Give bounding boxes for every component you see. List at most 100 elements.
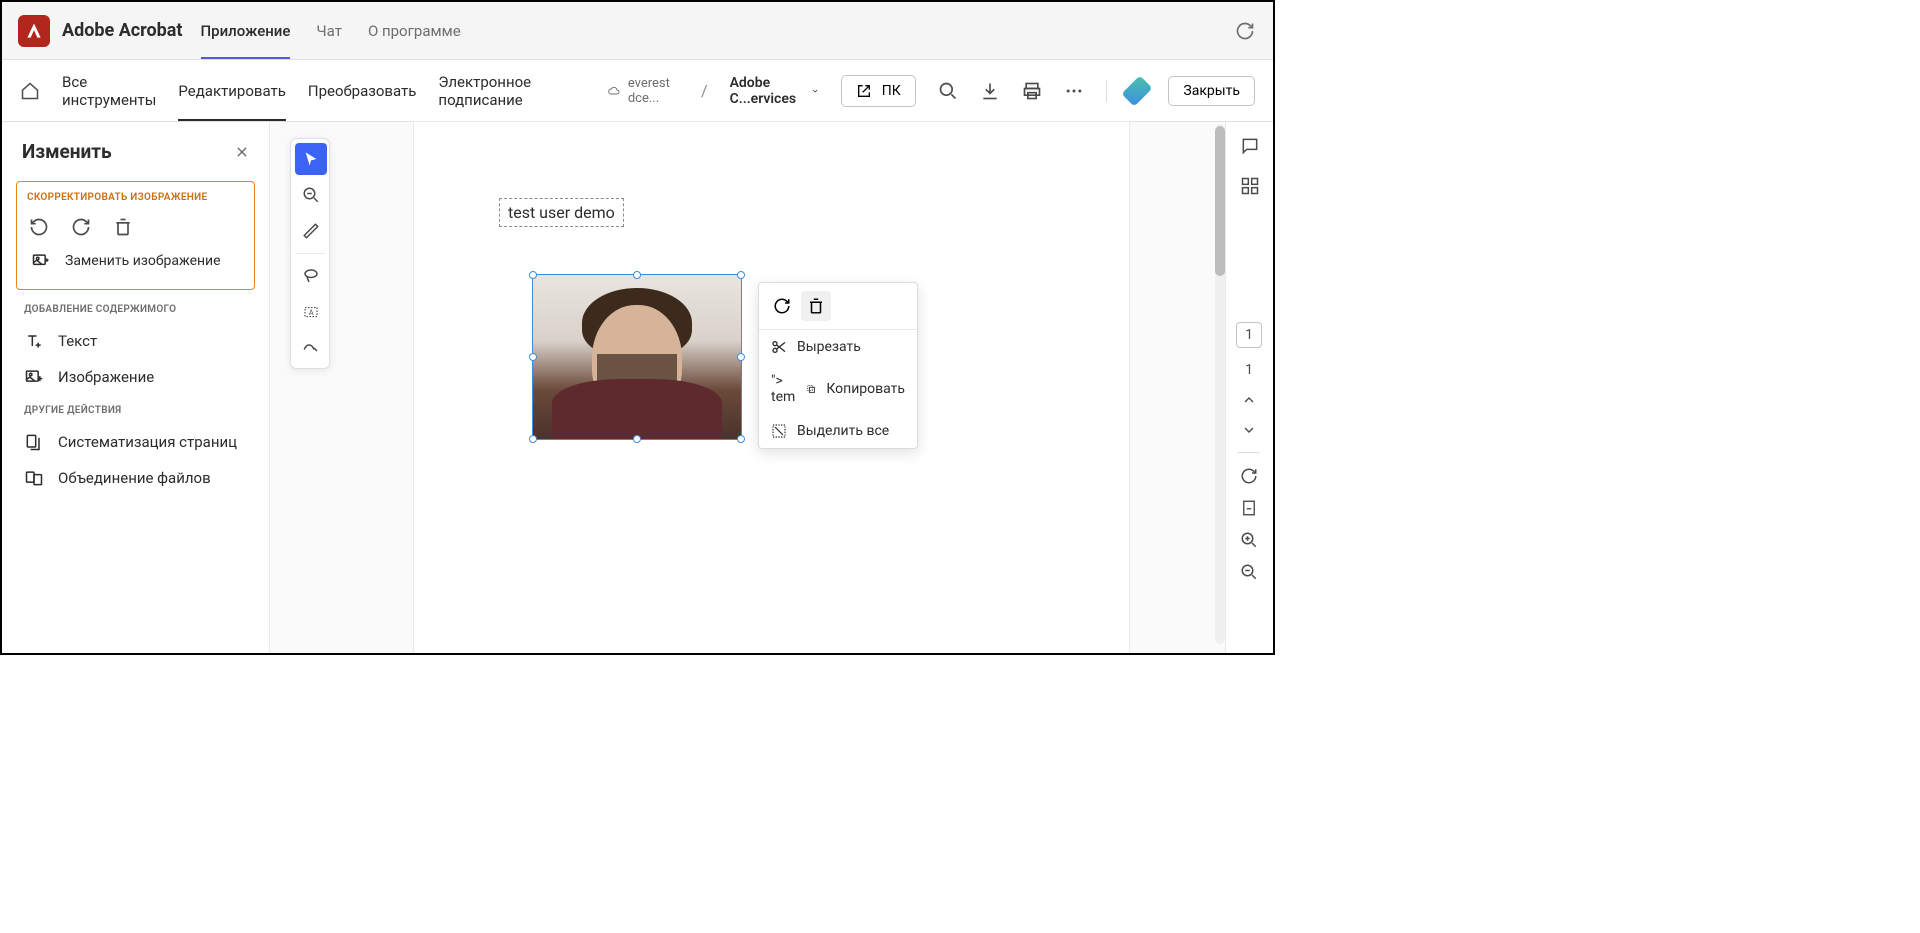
replace-image-label: Заменить изображение — [65, 253, 221, 269]
more-icon[interactable] — [1064, 81, 1084, 101]
organize-pages-button[interactable]: Систематизация страниц — [2, 424, 269, 460]
chevron-down-icon — [811, 85, 819, 97]
avatar[interactable] — [1122, 75, 1153, 106]
document-canvas[interactable]: test user demo — [270, 122, 1273, 653]
text-select-tool[interactable]: A — [295, 296, 327, 328]
download-icon[interactable] — [980, 81, 1000, 101]
text-icon — [24, 331, 44, 351]
print-icon[interactable] — [1022, 81, 1042, 101]
search-icon[interactable] — [938, 81, 958, 101]
delete-icon[interactable] — [113, 217, 133, 237]
rotate-ccw-icon[interactable] — [29, 217, 49, 237]
ctx-copy-label: Копировать — [826, 381, 905, 397]
page-down-icon[interactable] — [1241, 422, 1257, 438]
zoom-in-icon[interactable] — [1240, 531, 1258, 549]
context-menu: Вырезать "> tem Копировать Выделить все — [758, 282, 918, 449]
select-all-icon — [771, 423, 787, 439]
selected-image[interactable] — [532, 274, 742, 440]
resize-handle[interactable] — [529, 353, 537, 361]
ctx-rotate-icon[interactable] — [767, 291, 797, 321]
page-up-icon[interactable] — [1241, 392, 1257, 408]
add-text-label: Текст — [58, 332, 97, 350]
zoom-out-icon[interactable] — [1240, 563, 1258, 581]
resize-handle[interactable] — [529, 435, 537, 443]
resize-handle[interactable] — [737, 271, 745, 279]
tab-sign[interactable]: Электронное подписание — [438, 60, 563, 121]
other-actions-header: ДРУГИЕ ДЕЙСТВИЯ — [2, 395, 269, 424]
replace-image-icon — [31, 251, 51, 271]
top-tab-about[interactable]: О программе — [368, 2, 461, 59]
shape-tool[interactable] — [295, 332, 327, 364]
add-image-button[interactable]: Изображение — [2, 359, 269, 395]
ctx-cut-label: Вырезать — [797, 339, 861, 355]
fit-page-icon[interactable] — [1240, 499, 1258, 517]
organize-icon — [24, 432, 44, 452]
resize-handle[interactable] — [529, 271, 537, 279]
page-navigator: 1 1 — [1225, 322, 1273, 581]
add-image-label: Изображение — [58, 368, 154, 386]
close-button[interactable]: Закрыть — [1168, 76, 1255, 106]
top-tab-app[interactable]: Приложение — [201, 2, 291, 59]
main-area: Изменить СКОРРЕКТИРОВАТЬ ИЗОБРАЖЕНИЕ Зам… — [2, 122, 1273, 653]
scrollbar[interactable] — [1215, 124, 1225, 644]
main-toolbar: Все инструменты Редактировать Преобразов… — [2, 60, 1273, 122]
title-bar: Adobe Acrobat Приложение Чат О программе — [2, 2, 1273, 60]
ctx-select-all[interactable]: Выделить все — [759, 414, 917, 448]
portrait-photo — [533, 275, 741, 439]
cloud-location-text: everest dce... — [628, 76, 679, 106]
page-current[interactable]: 1 — [1236, 322, 1262, 348]
cloud-location[interactable]: everest dce... — [608, 76, 679, 106]
adjust-image-label: СКОРРЕКТИРОВАТЬ ИЗОБРАЖЕНИЕ — [25, 192, 246, 211]
page-total: 1 — [1245, 362, 1253, 378]
tab-convert[interactable]: Преобразовать — [308, 60, 417, 121]
external-link-icon — [856, 83, 872, 99]
combine-icon — [24, 468, 44, 488]
replace-image-button[interactable]: Заменить изображение — [25, 243, 246, 279]
zoom-tool[interactable] — [295, 179, 327, 211]
text-box[interactable]: test user demo — [499, 198, 624, 227]
resize-handle[interactable] — [737, 435, 745, 443]
thumbnails-icon[interactable] — [1240, 176, 1260, 196]
ctx-cut[interactable]: Вырезать — [759, 330, 917, 364]
scrollbar-thumb[interactable] — [1215, 126, 1225, 276]
open-desktop-label: ПК — [882, 83, 901, 99]
right-rail: 1 1 — [1225, 122, 1273, 653]
rotate-cw-icon[interactable] — [71, 217, 91, 237]
document-page[interactable]: test user demo — [414, 122, 1129, 653]
organize-pages-label: Систематизация страниц — [58, 433, 237, 451]
panel-title: Изменить — [22, 140, 112, 163]
divider — [1238, 452, 1260, 453]
app-title: Adobe Acrobat — [62, 20, 183, 41]
combine-files-label: Объединение файлов — [58, 469, 211, 487]
open-desktop-button[interactable]: ПК — [841, 75, 916, 107]
close-panel-icon[interactable] — [235, 145, 249, 159]
add-content-header: ДОБАВЛЕНИЕ СОДЕРЖИМОГО — [2, 294, 269, 323]
adjust-image-section: СКОРРЕКТИРОВАТЬ ИЗОБРАЖЕНИЕ Заменить изо… — [16, 181, 255, 290]
floating-tool-strip: A — [290, 138, 330, 369]
document-name[interactable]: Adobe C...ervices — [730, 75, 819, 107]
lasso-tool[interactable] — [295, 260, 327, 292]
scissors-icon — [771, 339, 787, 355]
ctx-copy[interactable]: "> tem Копировать — [759, 364, 917, 414]
image-icon — [24, 367, 44, 387]
top-tab-chat[interactable]: Чат — [316, 2, 342, 59]
rotate-view-icon[interactable] — [1240, 467, 1258, 485]
selection-tool[interactable] — [295, 143, 327, 175]
add-text-button[interactable]: Текст — [2, 323, 269, 359]
comment-icon[interactable] — [1240, 136, 1260, 156]
resize-handle[interactable] — [737, 353, 745, 361]
tab-all-tools[interactable]: Все инструменты — [62, 60, 156, 121]
copy-icon — [806, 381, 816, 397]
pen-tool[interactable] — [295, 215, 327, 247]
resize-handle[interactable] — [633, 271, 641, 279]
tab-edit[interactable]: Редактировать — [178, 60, 285, 121]
divider — [1106, 80, 1107, 102]
breadcrumb-sep: / — [701, 81, 708, 100]
ctx-delete-icon[interactable] — [801, 291, 831, 321]
refresh-icon[interactable] — [1235, 21, 1255, 41]
divider — [295, 253, 325, 254]
combine-files-button[interactable]: Объединение файлов — [2, 460, 269, 496]
resize-handle[interactable] — [633, 435, 641, 443]
ctx-select-all-label: Выделить все — [797, 423, 889, 439]
home-icon[interactable] — [20, 81, 40, 101]
